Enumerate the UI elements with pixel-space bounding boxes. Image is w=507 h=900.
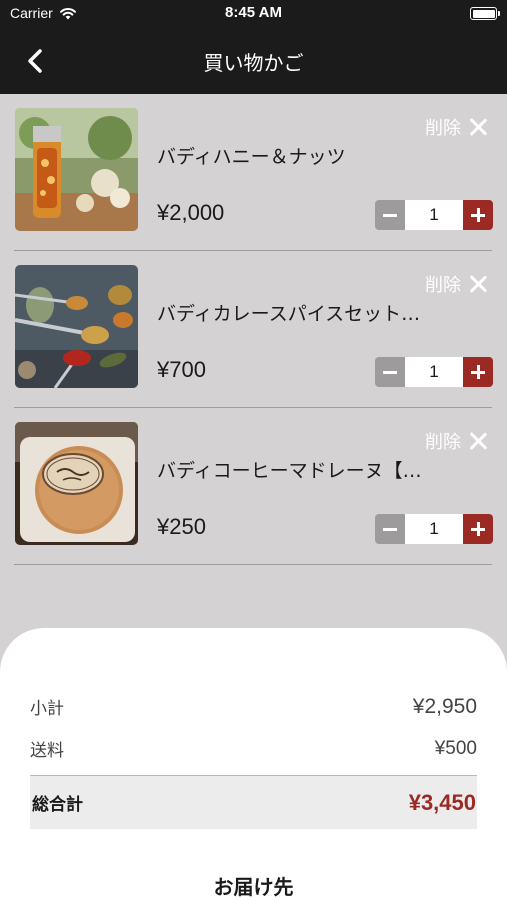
shipping-label: 送料: [30, 741, 64, 761]
product-name[interactable]: バディカレースパイスセット…: [157, 299, 447, 326]
decrease-quantity-button[interactable]: [375, 357, 405, 387]
battery-icon: [470, 7, 500, 20]
product-price: ¥250: [157, 514, 206, 539]
total-label: 総合計: [32, 795, 83, 815]
delete-label: 削除: [425, 275, 461, 296]
increase-quantity-button[interactable]: [463, 357, 493, 387]
delete-label: 削除: [425, 118, 461, 139]
product-price: ¥2,000: [157, 200, 225, 225]
page-title: 買い物かご: [203, 51, 304, 75]
close-icon: [469, 118, 487, 136]
product-image-madeleine[interactable]: [15, 422, 138, 545]
status-time: 8:45 AM: [225, 4, 282, 21]
minus-icon: [383, 370, 397, 374]
quantity-stepper: 1: [375, 357, 493, 387]
total-value: ¥3,450: [408, 789, 476, 815]
decrease-quantity-button[interactable]: [375, 200, 405, 230]
shipping-value: ¥500: [434, 737, 477, 759]
delete-label: 削除: [425, 432, 461, 453]
product-name[interactable]: バディコーヒーマドレーヌ【…: [157, 456, 447, 483]
total-row: 総合計 ¥3,450: [30, 775, 477, 829]
top-bar: Carrier 8:45 AM 買い物かご: [0, 0, 507, 94]
delete-button[interactable]: 削除: [425, 428, 487, 454]
cart-item: 削除 バディカレースパイスセット… ¥700 1: [0, 251, 507, 408]
delete-button[interactable]: 削除: [425, 114, 487, 140]
cart-item: 削除 バディコーヒーマドレーヌ【… ¥250 1: [0, 408, 507, 565]
shipping-row: 送料 ¥500: [30, 736, 477, 762]
product-name[interactable]: バディハニー＆ナッツ: [157, 142, 447, 169]
increase-quantity-button[interactable]: [463, 514, 493, 544]
minus-icon: [383, 527, 397, 531]
divider: [14, 564, 492, 565]
subtotal-row: 小計 ¥2,950: [30, 694, 477, 720]
status-bar: Carrier 8:45 AM: [0, 0, 507, 28]
delete-button[interactable]: 削除: [425, 271, 487, 297]
delivery-heading: お届け先: [213, 875, 294, 899]
close-icon: [469, 432, 487, 450]
quantity-stepper: 1: [375, 514, 493, 544]
decrease-quantity-button[interactable]: [375, 514, 405, 544]
cart-list: 削除 バディハニー＆ナッツ ¥2,000 1 削除 バディカレースパイスセット……: [0, 94, 507, 565]
close-icon: [469, 275, 487, 293]
product-price: ¥700: [157, 357, 206, 382]
subtotal-label: 小計: [30, 699, 64, 719]
quantity-value: 1: [405, 357, 463, 387]
subtotal-value: ¥2,950: [412, 694, 477, 718]
product-image-spice[interactable]: [15, 265, 138, 388]
increase-quantity-button[interactable]: [463, 200, 493, 230]
quantity-value: 1: [405, 200, 463, 230]
cart-item: 削除 バディハニー＆ナッツ ¥2,000 1: [0, 94, 507, 251]
minus-icon: [383, 213, 397, 217]
order-summary-sheet: 小計 ¥2,950 送料 ¥500 総合計 ¥3,450 お届け先: [0, 628, 507, 900]
product-image-honey[interactable]: [15, 108, 138, 231]
quantity-stepper: 1: [375, 200, 493, 230]
quantity-value: 1: [405, 514, 463, 544]
